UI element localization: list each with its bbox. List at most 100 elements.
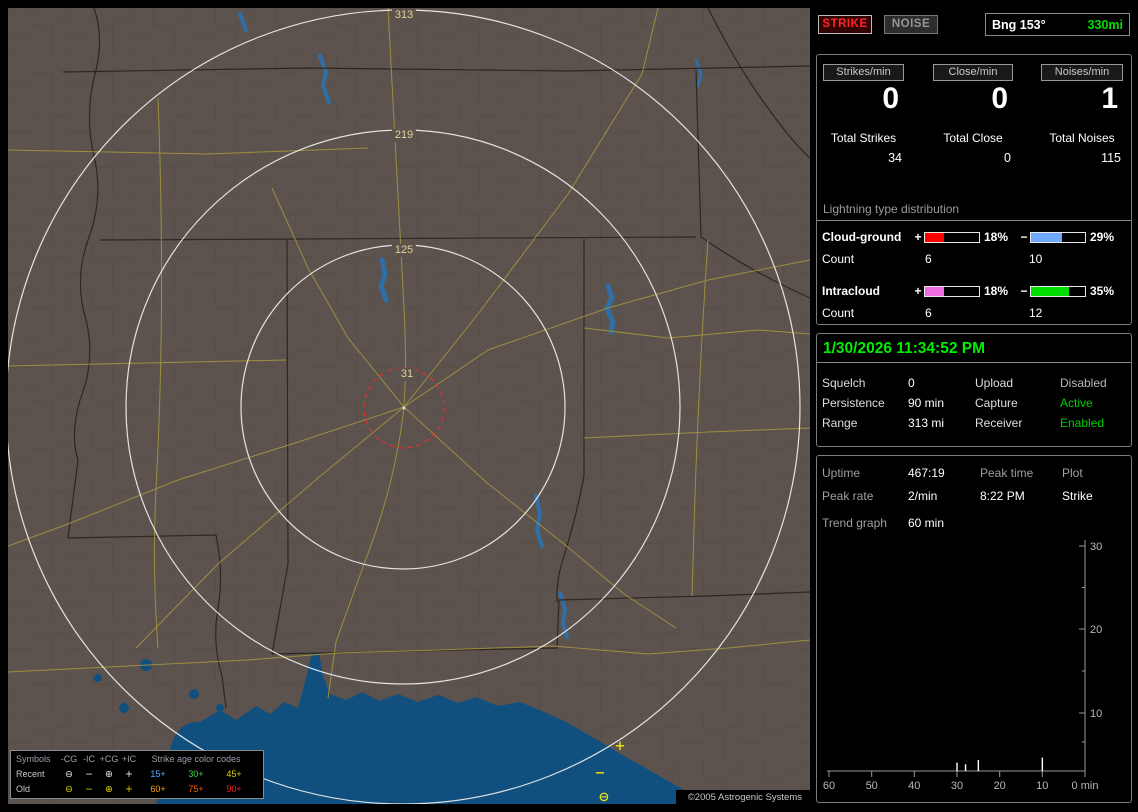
plot-value: Strike: [1062, 489, 1093, 503]
cloud-ground-counts: Count 6 10: [822, 252, 1042, 266]
svg-text:30: 30: [1090, 541, 1102, 553]
datetime-display: 1/30/2026 11:34:52 PM: [823, 340, 986, 357]
pos-bar: [924, 285, 980, 297]
trend-graph: 30 20 10 60 50 40 30 20 10 0 min: [823, 540, 1102, 792]
minus-sign: −: [1020, 284, 1028, 298]
total-strikes: Total Strikes 34: [823, 131, 904, 165]
count-label: Count: [822, 306, 855, 320]
total-strikes-value: 34: [888, 151, 902, 165]
legend-symbols-header: Symbols: [16, 754, 51, 764]
x-ticks: [828, 771, 1086, 777]
sidebar: STRIKE NOISE Bng 153° 330mi Strikes/min …: [816, 0, 1134, 812]
intracloud-row: Intracloud + 18% − 35%: [822, 280, 1128, 302]
capture-value: Active: [1060, 396, 1093, 410]
neg-ic-icon: −: [85, 784, 93, 795]
age-value: 45+: [226, 769, 242, 779]
range-value: 330mi: [1087, 17, 1123, 32]
neg-pct: 29%: [1090, 230, 1115, 244]
total-noises-label: Total Noises: [1049, 131, 1115, 145]
legend-col-header: +CG: [99, 754, 119, 764]
intracloud-counts: Count 6 12: [822, 306, 1042, 320]
pos-pct: 18%: [984, 284, 1009, 298]
persistence-value: 90 min: [908, 396, 945, 410]
distribution-title: Lightning type distribution: [823, 202, 960, 216]
legend-col-header: -CG: [60, 754, 78, 764]
legend-col-header: +IC: [121, 754, 137, 764]
total-close: Total Close 0: [933, 131, 1013, 165]
range-ring-label: 31: [397, 368, 417, 381]
pos-count: 6: [925, 252, 932, 266]
divider: [817, 362, 1131, 363]
range-ring-label: 219: [391, 129, 417, 142]
count-label: Count: [822, 252, 855, 266]
legend-recent-label: Recent: [16, 769, 45, 779]
axis-labels: 30 20 10 60 50 40 30 20 10 0 min: [823, 541, 1102, 792]
close-per-min-value: 0: [991, 82, 1008, 115]
squelch-label: Squelch: [822, 376, 866, 390]
peak-time-value: 8:22 PM: [980, 489, 1025, 503]
receiver-value: Enabled: [1060, 416, 1105, 430]
persistence-label: Persistence: [822, 396, 885, 410]
upload-value: Disabled: [1060, 376, 1107, 390]
uptime-label: Uptime: [822, 466, 861, 480]
settings-row: Persistence 90 min Capture Active: [822, 394, 1128, 412]
svg-text:60: 60: [823, 780, 835, 792]
plus-sign: +: [914, 230, 922, 244]
pos-ic-icon: +: [125, 769, 133, 780]
trend-graph-row: Trend graph 60 min: [822, 516, 944, 530]
svg-text:40: 40: [908, 780, 920, 792]
map-canvas[interactable]: + − ⊖: [5, 7, 811, 805]
strike-button[interactable]: STRIKE: [818, 15, 872, 34]
age-value: 15+: [150, 769, 166, 779]
cloud-ground-row: Cloud-ground + 18% − 29%: [822, 226, 1128, 248]
neg-count: 12: [1029, 306, 1043, 320]
legend-age-header: Strike age color codes: [151, 754, 241, 764]
range-setting-value: 313 mi: [908, 416, 945, 430]
age-value: 60+: [150, 784, 166, 794]
neg-pct: 35%: [1090, 284, 1115, 298]
range-ring-label: 125: [391, 244, 417, 257]
svg-text:+: +: [615, 739, 626, 754]
svg-text:20: 20: [1090, 624, 1102, 636]
capture-label: Capture: [975, 396, 1018, 410]
map-legend: Symbols -CG -IC +CG +IC Strike age color…: [10, 750, 264, 799]
total-noises: Total Noises 115: [1041, 131, 1123, 165]
app-window: + − ⊖ 313 219 125 31 Symbols -CG -IC +CG…: [0, 0, 1138, 812]
noise-button[interactable]: NOISE: [884, 15, 938, 34]
peak-rate-value: 2/min: [908, 489, 938, 503]
plot-label: Plot: [1062, 466, 1083, 480]
neg-bar: [1030, 231, 1086, 243]
copyright-text: ©2005 Astrogenic Systems: [675, 790, 810, 806]
stats-row: Peak rate 2/min 8:22 PM Strike: [822, 487, 1128, 505]
strikes-per-min-box: Strikes/min: [823, 64, 904, 81]
noises-per-min-box: Noises/min: [1041, 64, 1123, 81]
receiver-location-dot: [402, 406, 406, 410]
county-lines: [8, 8, 810, 804]
total-strikes-label: Total Strikes: [830, 131, 897, 145]
upload-label: Upload: [975, 376, 1014, 390]
range-label: Range: [822, 416, 858, 430]
squelch-value: 0: [908, 376, 915, 390]
age-value: 30+: [188, 769, 204, 779]
legend-col-header: -IC: [83, 754, 95, 764]
map-panel: + − ⊖ 313 219 125 31 Symbols -CG -IC +CG…: [5, 7, 811, 806]
pos-count: 6: [925, 306, 932, 320]
range-ring-label: 313: [391, 9, 417, 22]
pos-pct: 18%: [984, 230, 1009, 244]
svg-text:0 min: 0 min: [1072, 780, 1099, 792]
pos-bar: [924, 231, 980, 243]
stats-panel: Uptime 467:19 Peak time Plot Peak rate 2…: [816, 455, 1132, 803]
legend-old-label: Old: [16, 784, 31, 794]
svg-text:10: 10: [1036, 780, 1048, 792]
settings-row: Range 313 mi Receiver Enabled: [822, 414, 1128, 432]
peak-rate-label: Peak rate: [822, 489, 874, 503]
settings-row: Squelch 0 Upload Disabled: [822, 374, 1128, 392]
close-per-min-box: Close/min: [933, 64, 1013, 81]
dist-type-label: Intracloud: [822, 284, 881, 298]
trend-graph-value: 60 min: [908, 516, 945, 530]
dist-type-label: Cloud-ground: [822, 230, 902, 244]
svg-text:⊖: ⊖: [599, 790, 610, 804]
total-close-value: 0: [1004, 151, 1011, 165]
age-value: 75+: [188, 784, 204, 794]
svg-text:20: 20: [994, 780, 1006, 792]
